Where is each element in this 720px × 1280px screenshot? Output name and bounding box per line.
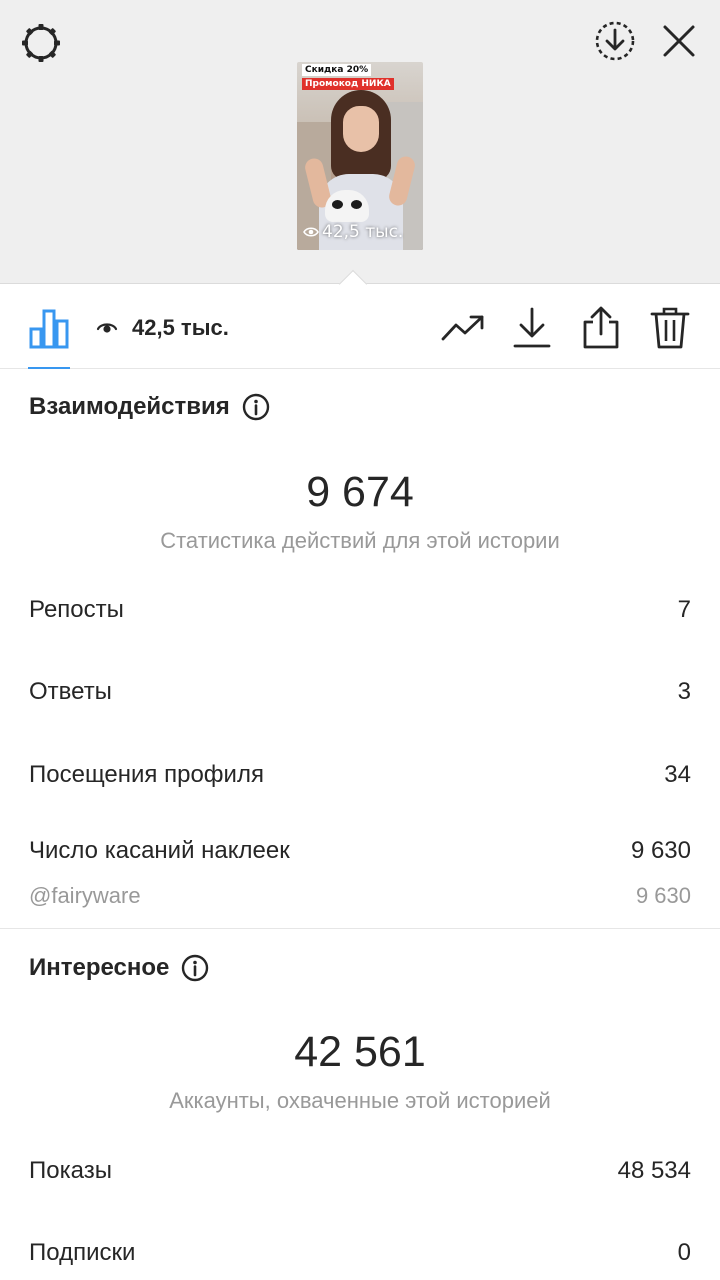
download-circle-icon: [595, 21, 635, 61]
stat-value: 34: [664, 761, 691, 788]
thumbnail-views-text: 42,5 тыс.: [322, 222, 404, 242]
section-divider: [0, 928, 720, 929]
stat-row-sticker-taps: Число касаний наклеек 9 630: [29, 837, 691, 865]
trending-up-icon: [441, 315, 484, 341]
stat-label: Ответы: [29, 678, 112, 705]
panda-eye-left: [332, 200, 343, 209]
stat-value: 7: [677, 596, 691, 623]
download-button[interactable]: [509, 305, 555, 351]
save-story-button[interactable]: [590, 16, 640, 66]
story-preview-area: Скидка 20% Промокод НИКА 42,5 тыс.: [0, 0, 720, 284]
thumbnail-panda-toy: [325, 190, 369, 222]
insights-tab[interactable]: [26, 305, 72, 351]
story-thumbnail[interactable]: Скидка 20% Промокод НИКА 42,5 тыс.: [297, 62, 423, 250]
stat-value: 48 534: [617, 1157, 691, 1184]
sticker-discount: Скидка 20%: [302, 64, 372, 76]
close-icon: [663, 25, 695, 57]
stat-label: Репосты: [29, 596, 124, 623]
trash-icon: [650, 307, 690, 349]
eye-icon: [303, 227, 319, 237]
stat-label: Посещения профиля: [29, 761, 264, 788]
delete-button[interactable]: [647, 305, 693, 351]
interactions-section-title: Взаимодействия: [29, 393, 270, 421]
share-button[interactable]: [578, 305, 624, 351]
info-icon: [182, 954, 209, 982]
stat-label: Показы: [29, 1157, 112, 1184]
stat-row-reposts: Репосты 7: [29, 596, 691, 624]
discovery-title-text: Интересное: [29, 954, 170, 981]
interactions-info-button[interactable]: [242, 393, 270, 421]
settings-button[interactable]: [16, 18, 66, 68]
stats-toolbar: 42,5 тыс.: [0, 285, 720, 369]
close-button[interactable]: [654, 16, 704, 66]
stat-row-replies: Ответы 3: [29, 678, 691, 706]
thumbnail-face: [343, 106, 379, 152]
interactions-caption: Статистика действий для этой истории: [160, 528, 560, 553]
discovery-caption: Аккаунты, охваченные этой историей: [169, 1088, 551, 1113]
stat-value: 0: [677, 1239, 691, 1266]
interactions-total: 9 674: [306, 468, 414, 516]
mention-value: 9 630: [635, 883, 691, 908]
stat-label: Число касаний наклеек: [29, 837, 290, 864]
discovery-total: 42 561: [294, 1028, 426, 1076]
stat-row-profile-visits: Посещения профиля 34: [29, 761, 691, 789]
active-tab-indicator: [28, 367, 70, 369]
discovery-info-button[interactable]: [181, 954, 209, 982]
views-count: 42,5 тыс.: [96, 311, 229, 345]
info-icon: [242, 393, 269, 421]
stat-label: Подписки: [29, 1239, 136, 1266]
stat-value: 3: [677, 678, 691, 705]
views-count-text: 42,5 тыс.: [132, 315, 229, 340]
mention-label[interactable]: @fairyware: [29, 883, 141, 909]
sticker-promo: Промокод НИКА: [302, 78, 394, 90]
promote-button[interactable]: [440, 305, 486, 351]
stat-row-impressions: Показы 48 534: [29, 1157, 691, 1185]
download-icon: [513, 307, 551, 348]
thumbnail-views-overlay: 42,5 тыс.: [303, 222, 403, 242]
settings-icon: [22, 24, 60, 62]
bar-chart-icon: [29, 309, 69, 349]
share-icon: [583, 306, 619, 349]
stat-subrow-mention: @fairyware 9 630: [29, 883, 691, 909]
stat-row-follows: Подписки 0: [29, 1239, 691, 1267]
panda-eye-right: [351, 200, 362, 209]
stat-value: 9 630: [630, 837, 691, 864]
eye-icon: [96, 323, 118, 333]
discovery-section-title: Интересное: [29, 954, 209, 982]
interactions-title-text: Взаимодействия: [29, 393, 230, 420]
